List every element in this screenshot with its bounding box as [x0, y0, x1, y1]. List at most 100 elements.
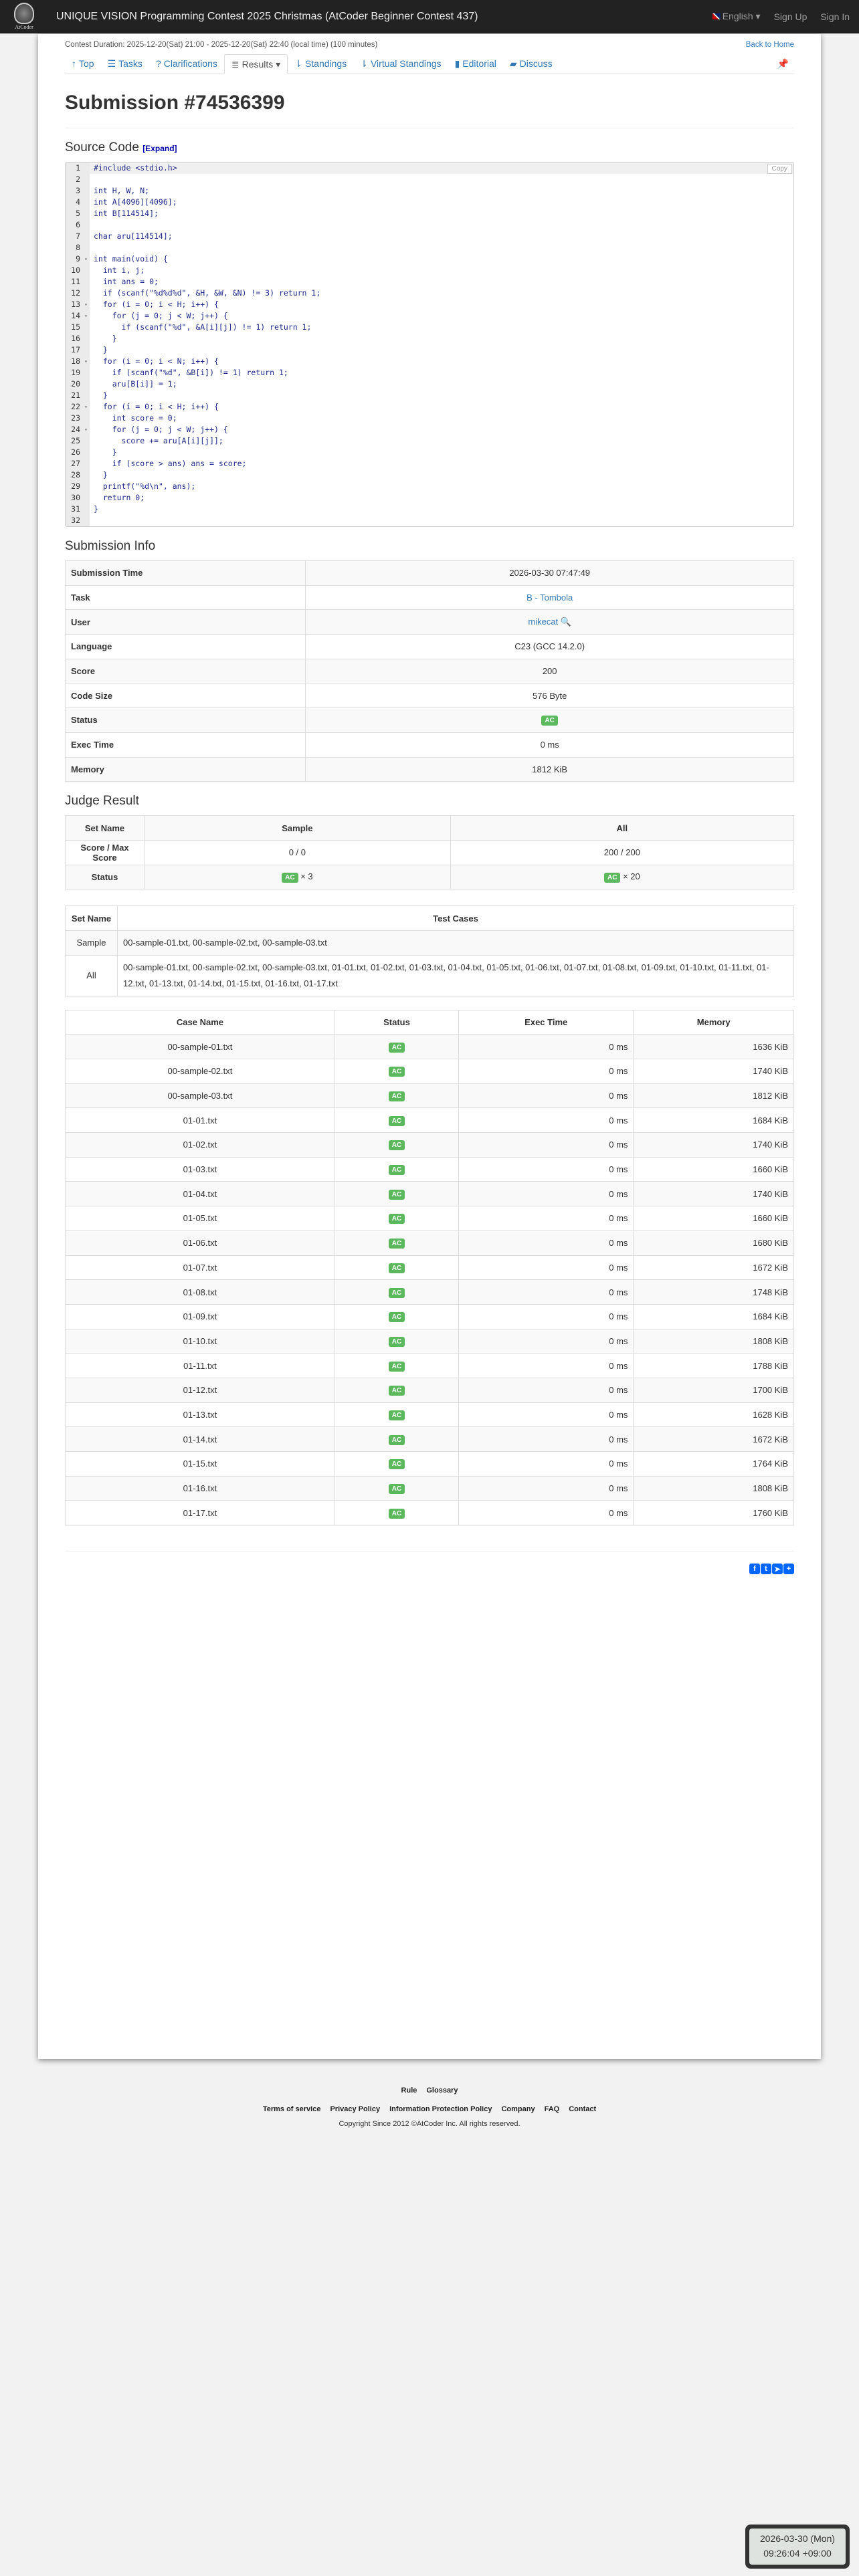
task-link[interactable]: B - Tombola — [527, 593, 573, 603]
code-text: char aru[114514]; — [94, 231, 173, 241]
pin-icon[interactable]: 📌 — [777, 58, 789, 70]
atcoder-logo[interactable]: AtCoder — [9, 1, 39, 32]
crest-icon — [14, 3, 34, 24]
status-badge: AC — [388, 1361, 405, 1372]
code-text: } — [94, 470, 108, 479]
code-line: 15 if (scanf("%d", &A[i][j]) != 1) retur… — [66, 322, 793, 333]
case-name: 01-09.txt — [65, 1303, 335, 1329]
line-number: 10 — [66, 265, 90, 276]
tab-editorial[interactable]: ▮ Editorial — [448, 54, 503, 74]
results-list-icon: ≣ — [231, 59, 240, 70]
footer-link-contact[interactable]: Contact — [569, 2105, 596, 2113]
standings-icon: ⇂ — [360, 58, 368, 69]
case-exec-time: 0 ms — [458, 1451, 634, 1477]
table-row: 01-04.txt AC 0 ms 1740 KiB — [65, 1181, 794, 1207]
line-number: 19 — [66, 367, 90, 379]
tab-top[interactable]: ↑ Top — [65, 54, 101, 74]
clock-date: 2026-03-30 (Mon) — [759, 2533, 836, 2544]
tab-tasks[interactable]: ☰ Tasks — [101, 54, 149, 74]
tab-discuss[interactable]: ▰ Discuss — [503, 54, 559, 74]
telegram-icon[interactable]: ➤ — [772, 1564, 783, 1575]
info-row: Score 200 — [64, 658, 794, 684]
status-badge: AC — [388, 1484, 405, 1495]
code-line: 17 } — [66, 344, 793, 356]
info-value: B - Tombola — [305, 584, 794, 611]
case-status: AC — [334, 1107, 460, 1134]
sign-up-link[interactable]: Sign Up — [774, 11, 807, 22]
line-number: 9 — [66, 253, 90, 265]
case-status: AC — [334, 1451, 460, 1477]
share-icon[interactable]: + — [783, 1564, 794, 1575]
footer-link-terms-of-service[interactable]: Terms of service — [263, 2105, 321, 2113]
code-line: 4 int A[4096][4096]; — [66, 197, 793, 208]
code-text: int H, W, N; — [94, 186, 150, 195]
contest-title[interactable]: UNIQUE VISION Programming Contest 2025 C… — [56, 11, 478, 23]
case-memory: 1808 KiB — [633, 1475, 794, 1501]
case-memory: 1788 KiB — [633, 1353, 794, 1378]
info-label: Submission Time — [64, 560, 306, 586]
case-exec-time: 0 ms — [458, 1132, 634, 1158]
set-name: Sample — [65, 930, 118, 956]
code-line: 22 for (i = 0; i < H; i++) { — [66, 401, 793, 413]
header-exec-time: Exec Time — [458, 1009, 634, 1035]
status-badge: AC — [388, 1067, 405, 1077]
tab-label: Virtual Standings — [370, 58, 442, 69]
discuss-bubble-icon: ▰ — [509, 58, 517, 69]
status-badge: AC — [388, 1508, 405, 1519]
tab-label: Results ▾ — [242, 59, 281, 70]
line-number: 22 — [66, 401, 90, 413]
case-name: 00-sample-01.txt — [65, 1034, 335, 1059]
source-code-editor[interactable]: Copy 1 #include <stdio.h> 2 3 int H, W, N; 4 in… — [65, 162, 794, 527]
case-status: AC — [334, 1402, 460, 1428]
case-exec-time: 0 ms — [458, 1475, 634, 1501]
footer-link-company[interactable]: Company — [501, 2105, 535, 2113]
info-value: 1812 KiB — [305, 756, 794, 782]
line-number: 1 — [66, 163, 90, 174]
search-icon[interactable]: 🔍 — [558, 617, 571, 627]
status-badge: AC — [388, 1189, 405, 1200]
all-score: 200 / 200 — [450, 839, 795, 865]
copy-button[interactable]: Copy — [767, 164, 792, 174]
user-link[interactable]: mikecat — [528, 617, 558, 627]
info-value: mikecat 🔍 — [305, 609, 794, 635]
tab-virtual-standings[interactable]: ⇂ Virtual Standings — [353, 54, 448, 74]
sign-in-link[interactable]: Sign In — [820, 11, 850, 22]
header-set-name: Set Name — [65, 905, 118, 931]
language-dropdown[interactable]: English ▾ — [712, 11, 761, 22]
status-badge: AC — [388, 1287, 405, 1298]
set-cases: 00-sample-01.txt, 00-sample-02.txt, 00-s… — [117, 930, 794, 956]
case-memory: 1760 KiB — [633, 1500, 794, 1526]
info-row: Task B - Tombola — [64, 584, 794, 611]
footer-link-faq[interactable]: FAQ — [545, 2105, 560, 2113]
code-text: } — [94, 447, 117, 457]
code-text: for (i = 0; i < H; i++) { — [94, 402, 219, 411]
tab-results[interactable]: ≣ Results ▾ — [223, 54, 288, 74]
code-line: 3 int H, W, N; — [66, 185, 793, 197]
line-number: 11 — [66, 276, 90, 288]
status-badge: AC — [388, 1386, 405, 1396]
facebook-icon[interactable]: f — [749, 1564, 760, 1575]
footer-link-glossary[interactable]: Glossary — [426, 2086, 458, 2095]
case-memory: 1740 KiB — [633, 1059, 794, 1084]
code-line: 26 } — [66, 447, 793, 458]
back-to-home-link[interactable]: Back to Home — [746, 41, 794, 49]
status-badge: AC — [603, 872, 621, 883]
status-badge: AC — [388, 1312, 405, 1323]
line-number: 31 — [66, 504, 90, 515]
footer-link-privacy-policy[interactable]: Privacy Policy — [330, 2105, 380, 2113]
case-status: AC — [334, 1426, 460, 1452]
line-number: 26 — [66, 447, 90, 458]
tab-standings[interactable]: ⇂ Standings — [288, 54, 353, 74]
status-label: Status — [65, 864, 145, 890]
twitter-icon[interactable]: t — [761, 1564, 771, 1575]
tab-label: Top — [79, 58, 94, 69]
footer-link-information-protection-policy[interactable]: Information Protection Policy — [389, 2105, 492, 2113]
status-badge: AC — [388, 1263, 405, 1273]
footer-link-rule[interactable]: Rule — [401, 2086, 417, 2095]
case-exec-time: 0 ms — [458, 1156, 634, 1182]
table-row: 01-17.txt AC 0 ms 1760 KiB — [65, 1500, 794, 1526]
clock-widget: 2026-03-30 (Mon) 09:26:04 +09:00 — [745, 2525, 850, 2569]
code-text: int B[114514]; — [94, 209, 159, 218]
tab-clarifications[interactable]: ? Clarifications — [149, 54, 224, 74]
expand-link[interactable]: [Expand] — [142, 144, 177, 153]
